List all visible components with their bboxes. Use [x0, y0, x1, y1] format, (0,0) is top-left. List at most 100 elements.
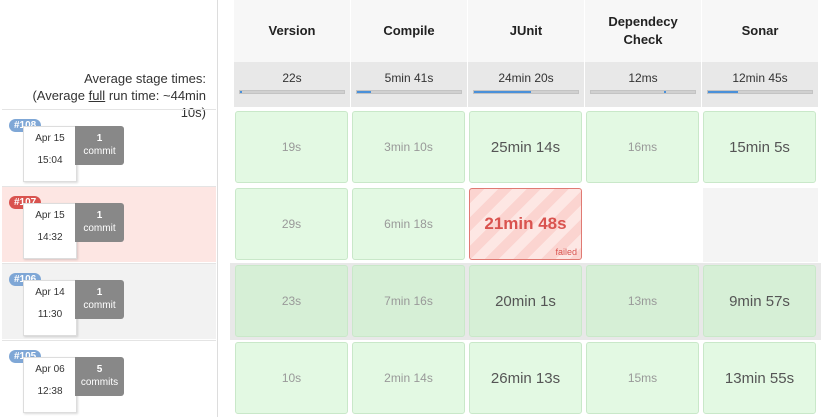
stage-cell-junit[interactable]: 20min 1s	[469, 265, 582, 337]
stage-cell-junit[interactable]: 25min 14s	[469, 111, 582, 183]
avg-progress-bar	[590, 90, 696, 94]
build-date-time: 15:04	[37, 155, 63, 166]
build-date-time: 12:38	[37, 386, 63, 397]
stage-duration: 10s	[281, 371, 302, 385]
stage-name: Compile	[383, 23, 435, 38]
stage-duration: 26min 13s	[490, 369, 561, 387]
stage-cell-junit-failed[interactable]: 21min 48s failed	[469, 188, 582, 260]
commit-label: commit	[83, 146, 116, 157]
stage-header-dependency-check[interactable]: Dependecy Check	[584, 0, 701, 62]
build-date-day: Apr 15	[35, 210, 65, 221]
average-stage-times-title: Average stage times:	[84, 71, 206, 86]
stage-cell-dependency-check[interactable]: 13ms	[586, 265, 699, 337]
stage-duration: 9min 57s	[729, 292, 790, 310]
avg-progress-fill	[708, 91, 739, 93]
commits-button[interactable]: 1 commit	[75, 203, 124, 242]
stage-cell-dependency-check-empty	[586, 188, 699, 260]
average-run-suffix: run time: ~44min	[105, 88, 206, 103]
stage-duration: 13ms	[627, 294, 658, 308]
stage-duration: 13min 55s	[724, 369, 795, 387]
build-date: Apr 15 14:32	[23, 203, 77, 259]
stage-duration: 3min 10s	[384, 140, 433, 154]
stage-cell-dependency-check[interactable]: 15ms	[586, 342, 699, 414]
stage-cell-compile[interactable]: 2min 14s	[352, 342, 465, 414]
stage-duration: 19s	[281, 140, 302, 154]
stage-duration: 15ms	[627, 371, 658, 385]
stage-cell-version[interactable]: 10s	[235, 342, 348, 414]
avg-time-value: 5min 41s	[384, 71, 434, 85]
stage-duration: 29s	[281, 217, 302, 231]
stage-cell-compile[interactable]: 3min 10s	[352, 111, 465, 183]
avg-progress-bar	[473, 90, 579, 94]
commit-count: 5	[96, 364, 103, 375]
commit-count: 1	[96, 210, 103, 221]
build-date-day: Apr 14	[35, 287, 65, 298]
stage-cell-sonar[interactable]: 9min 57s	[703, 265, 816, 337]
build-row-106[interactable]: #106 Apr 14 11:30 1 commit	[2, 263, 216, 339]
commits-button[interactable]: 5 commits	[75, 357, 124, 396]
stage-name-line1: Dependecy	[608, 14, 678, 29]
avg-progress-bar	[239, 90, 345, 94]
build-date: Apr 14 11:30	[23, 280, 77, 336]
avg-progress-fill	[357, 91, 371, 93]
stage-cell-compile[interactable]: 6min 18s	[352, 188, 465, 260]
avg-time-value: 12min 45s	[732, 71, 788, 85]
build-row-107[interactable]: #107 Apr 15 14:32 1 commit	[2, 186, 216, 262]
commit-label: commit	[83, 223, 116, 234]
failed-label: failed	[555, 247, 577, 257]
stage-duration: 25min 14s	[490, 138, 561, 156]
avg-time-version: 22s	[233, 62, 350, 107]
commits-button[interactable]: 1 commit	[75, 280, 124, 319]
stage-duration: 23s	[281, 294, 302, 308]
build-date: Apr 06 12:38	[23, 357, 77, 413]
avg-time-value: 12ms	[628, 71, 658, 85]
avg-time-sonar: 12min 45s	[701, 62, 818, 107]
commit-label: commits	[80, 377, 119, 388]
full-run-link[interactable]: full	[89, 88, 106, 103]
stage-cell-junit[interactable]: 26min 13s	[469, 342, 582, 414]
stage-header-junit[interactable]: JUnit	[467, 0, 584, 62]
avg-time-compile: 5min 41s	[350, 62, 467, 107]
stage-cell-compile[interactable]: 7min 16s	[352, 265, 465, 337]
avg-time-value: 22s	[282, 71, 302, 85]
commit-count: 1	[96, 287, 103, 298]
avg-time-value: 24min 20s	[498, 71, 554, 85]
stage-cell-sonar[interactable]: 15min 5s	[703, 111, 816, 183]
stage-cell-version[interactable]: 23s	[235, 265, 348, 337]
stage-name: JUnit	[509, 23, 543, 38]
stage-duration: 15min 5s	[729, 138, 790, 156]
commit-count: 1	[96, 133, 103, 144]
stage-duration: 2min 14s	[384, 371, 433, 385]
avg-progress-fill	[240, 91, 243, 93]
stage-name-line2: Check	[623, 32, 663, 47]
avg-progress-bar	[707, 90, 813, 94]
stage-duration: 6min 18s	[384, 217, 433, 231]
build-date-day: Apr 15	[35, 133, 65, 144]
build-row-105[interactable]: #105 Apr 06 12:38 5 commits	[2, 340, 216, 416]
average-run-prefix: (Average	[32, 88, 89, 103]
avg-progress-fill	[663, 91, 666, 93]
avg-time-junit: 24min 20s	[467, 62, 584, 107]
stage-name: Version	[268, 23, 316, 38]
commit-label: commit	[83, 300, 116, 311]
stage-duration: 20min 1s	[495, 292, 556, 310]
stage-duration: 21min 48s	[484, 214, 567, 233]
avg-progress-fill	[474, 91, 532, 93]
stage-header-version[interactable]: Version	[233, 0, 350, 62]
build-date-time: 11:30	[37, 309, 63, 320]
stage-cell-version[interactable]: 19s	[235, 111, 348, 183]
stage-cell-version[interactable]: 29s	[235, 188, 348, 260]
avg-time-dependency-check: 12ms	[584, 62, 701, 107]
build-date-time: 14:32	[37, 232, 63, 243]
stage-duration: 16ms	[627, 140, 658, 154]
stage-header-compile[interactable]: Compile	[350, 0, 467, 62]
stage-cell-sonar[interactable]: 13min 55s	[703, 342, 816, 414]
stage-name: Sonar	[741, 23, 779, 38]
avg-progress-bar	[356, 90, 462, 94]
commits-button[interactable]: 1 commit	[75, 126, 124, 165]
build-date: Apr 15 15:04	[23, 126, 77, 182]
stage-cell-dependency-check[interactable]: 16ms	[586, 111, 699, 183]
stage-cell-sonar-empty	[703, 188, 818, 262]
build-row-108[interactable]: #108 Apr 15 15:04 1 commit	[2, 109, 216, 185]
stage-header-sonar[interactable]: Sonar	[701, 0, 818, 62]
